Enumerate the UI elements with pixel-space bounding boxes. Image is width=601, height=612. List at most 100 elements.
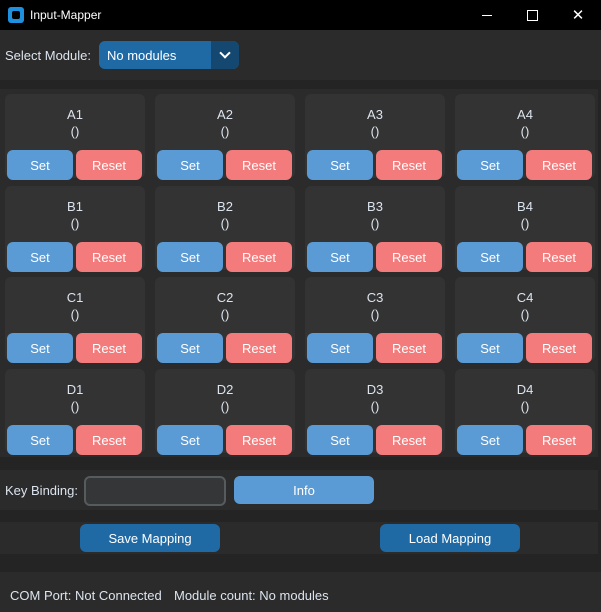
window-title: Input-Mapper: [30, 8, 102, 22]
key-binding-label: Key Binding:: [5, 483, 78, 498]
set-button-a4[interactable]: Set: [457, 150, 523, 180]
com-port-status: COM Port: Not Connected: [10, 588, 162, 603]
app-icon: [8, 7, 24, 23]
reset-button-a4[interactable]: Reset: [526, 150, 592, 180]
cell-name: A1: [67, 107, 83, 122]
cell-name: B4: [517, 199, 533, 214]
cell-binding-value: (): [370, 399, 380, 414]
set-button-c4[interactable]: Set: [457, 333, 523, 363]
module-select-value: No modules: [107, 48, 177, 63]
reset-button-c3[interactable]: Reset: [376, 333, 442, 363]
cell-binding-value: (): [370, 124, 380, 139]
cell-binding-value: (): [70, 124, 80, 139]
input-cell-d1: D1 () Set Reset: [5, 369, 145, 455]
reset-button-b4[interactable]: Reset: [526, 242, 592, 272]
reset-button-b3[interactable]: Reset: [376, 242, 442, 272]
chevron-down-icon: [219, 47, 231, 59]
cell-binding-value: (): [520, 307, 530, 322]
cell-name: B3: [367, 199, 383, 214]
reset-button-a2[interactable]: Reset: [226, 150, 292, 180]
set-button-b3[interactable]: Set: [307, 242, 373, 272]
cell-name: D2: [216, 382, 234, 397]
input-cell-c2: C2 () Set Reset: [155, 277, 295, 363]
input-cell-a1: A1 () Set Reset: [5, 94, 145, 180]
info-button[interactable]: Info: [234, 476, 374, 504]
set-button-b2[interactable]: Set: [157, 242, 223, 272]
key-binding-input[interactable]: [84, 476, 226, 506]
input-cell-a2: A2 () Set Reset: [155, 94, 295, 180]
set-button-a2[interactable]: Set: [157, 150, 223, 180]
cell-name: D3: [366, 382, 384, 397]
input-cell-c4: C4 () Set Reset: [455, 277, 595, 363]
set-button-c3[interactable]: Set: [307, 333, 373, 363]
input-cell-b3: B3 () Set Reset: [305, 186, 445, 272]
input-cell-b4: B4 () Set Reset: [455, 186, 595, 272]
set-button-a3[interactable]: Set: [307, 150, 373, 180]
cell-binding-value: (): [220, 399, 230, 414]
minimize-icon: [482, 14, 492, 16]
cell-name: A3: [367, 107, 383, 122]
cell-binding-value: (): [70, 399, 80, 414]
reset-button-c2[interactable]: Reset: [226, 333, 292, 363]
cell-binding-value: (): [220, 216, 230, 231]
cell-binding-value: (): [370, 216, 380, 231]
set-button-d2[interactable]: Set: [157, 425, 223, 455]
minimize-button[interactable]: [464, 0, 510, 30]
set-button-c2[interactable]: Set: [157, 333, 223, 363]
select-module-label: Select Module:: [5, 48, 91, 63]
set-button-c1[interactable]: Set: [7, 333, 73, 363]
cell-name: B1: [67, 199, 83, 214]
close-icon: ✕: [571, 7, 585, 24]
close-button[interactable]: ✕: [555, 0, 601, 30]
cell-name: D1: [66, 382, 84, 397]
input-cell-a4: A4 () Set Reset: [455, 94, 595, 180]
module-count-status: Module count: No modules: [174, 588, 329, 603]
reset-button-b1[interactable]: Reset: [76, 242, 142, 272]
reset-button-c4[interactable]: Reset: [526, 333, 592, 363]
cell-binding-value: (): [520, 399, 530, 414]
maximize-icon: [526, 9, 538, 21]
input-cell-d4: D4 () Set Reset: [455, 369, 595, 455]
reset-button-d2[interactable]: Reset: [226, 425, 292, 455]
cell-binding-value: (): [520, 124, 530, 139]
load-mapping-button[interactable]: Load Mapping: [380, 524, 520, 552]
cell-binding-value: (): [220, 307, 230, 322]
reset-button-d1[interactable]: Reset: [76, 425, 142, 455]
cell-name: C2: [216, 290, 234, 305]
input-cell-a3: A3 () Set Reset: [305, 94, 445, 180]
cell-name: D4: [516, 382, 534, 397]
set-button-b1[interactable]: Set: [7, 242, 73, 272]
input-cell-b1: B1 () Set Reset: [5, 186, 145, 272]
input-cell-c3: C3 () Set Reset: [305, 277, 445, 363]
set-button-b4[interactable]: Set: [457, 242, 523, 272]
set-button-d4[interactable]: Set: [457, 425, 523, 455]
set-button-d1[interactable]: Set: [7, 425, 73, 455]
cell-binding-value: (): [370, 307, 380, 322]
reset-button-c1[interactable]: Reset: [76, 333, 142, 363]
cell-binding-value: (): [520, 216, 530, 231]
cell-name: C1: [66, 290, 84, 305]
cell-name: A2: [217, 107, 233, 122]
cell-binding-value: (): [220, 124, 230, 139]
title-bar: Input-Mapper ✕: [0, 0, 601, 30]
input-cell-b2: B2 () Set Reset: [155, 186, 295, 272]
dropdown-arrow-button[interactable]: [211, 41, 239, 69]
reset-button-a3[interactable]: Reset: [376, 150, 442, 180]
cell-name: B2: [217, 199, 233, 214]
save-mapping-button[interactable]: Save Mapping: [80, 524, 220, 552]
input-cell-d2: D2 () Set Reset: [155, 369, 295, 455]
reset-button-a1[interactable]: Reset: [76, 150, 142, 180]
set-button-a1[interactable]: Set: [7, 150, 73, 180]
reset-button-b2[interactable]: Reset: [226, 242, 292, 272]
set-button-d3[interactable]: Set: [307, 425, 373, 455]
cell-binding-value: (): [70, 307, 80, 322]
reset-button-d4[interactable]: Reset: [526, 425, 592, 455]
module-select-dropdown[interactable]: No modules: [99, 41, 239, 69]
cell-binding-value: (): [70, 216, 80, 231]
cell-name: C4: [516, 290, 534, 305]
input-cell-c1: C1 () Set Reset: [5, 277, 145, 363]
input-grid: A1() Set Reset A2() Set Reset A3() Set Reset A4()…: [0, 89, 598, 457]
maximize-button[interactable]: [509, 0, 555, 30]
reset-button-d3[interactable]: Reset: [376, 425, 442, 455]
input-cell-d3: D3 () Set Reset: [305, 369, 445, 455]
